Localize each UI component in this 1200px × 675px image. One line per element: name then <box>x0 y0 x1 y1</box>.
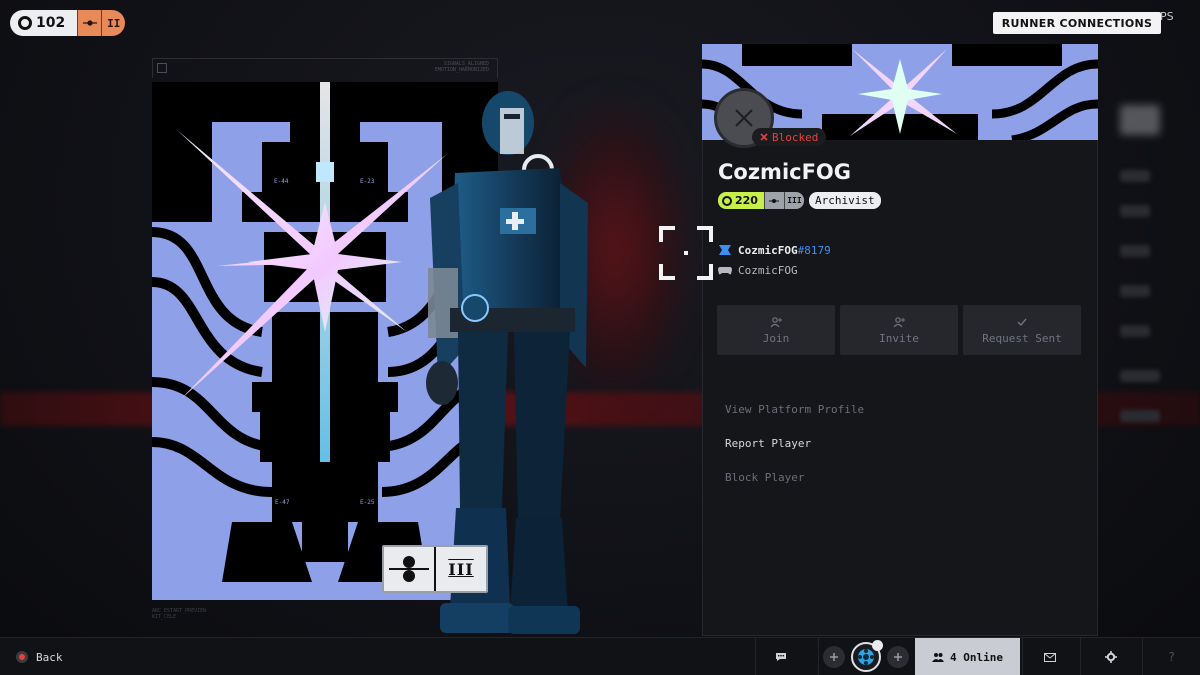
level-ring-icon <box>18 16 32 30</box>
request-sent-label: Request Sent <box>982 331 1062 345</box>
gamepad-icon <box>718 267 732 275</box>
plus-icon <box>894 653 902 661</box>
art-footer-line: KIT_CELE <box>152 614 177 620</box>
embark-tag: #8179 <box>797 243 831 257</box>
mail-button[interactable] <box>1022 638 1077 675</box>
runner-connections-button[interactable]: RUNNER CONNECTIONS <box>993 12 1161 34</box>
plus-icon <box>830 653 838 661</box>
profile-rank-numeral: III <box>783 192 804 209</box>
back-button[interactable]: Back <box>16 638 63 675</box>
status-badge: Blocked <box>752 128 827 146</box>
invite-label: Invite <box>879 331 919 345</box>
profile-level: 220 <box>735 194 758 207</box>
qr-code-icon <box>157 63 167 73</box>
back-label: Back <box>36 650 63 664</box>
focus-reticle-icon <box>657 224 715 282</box>
rank-chip: II <box>77 10 126 36</box>
art-frame-header: SIGNALS_ALIGNED EMOTION_HARMONIZED <box>152 58 498 78</box>
profile-badges: 220 III Archivist <box>718 192 881 209</box>
online-count-label: 4 Online <box>950 650 1003 664</box>
join-label: Join <box>762 331 790 345</box>
embark-id-row: CozmicFOG#8179 <box>718 240 831 260</box>
mail-icon <box>1044 652 1056 662</box>
rank-plate: III <box>382 545 488 593</box>
profile-level-chip: 220 III <box>718 192 804 209</box>
background-side-icons <box>1110 95 1180 555</box>
x-icon <box>760 133 768 141</box>
request-sent-button[interactable]: Request Sent <box>963 305 1081 355</box>
group-icon <box>932 653 944 662</box>
join-button[interactable]: Join <box>717 305 835 355</box>
profile-actions: Join Invite Request Sent <box>717 305 1081 355</box>
bottom-bar: Back 4 Online ? <box>0 637 1200 675</box>
profile-username: CozmicFOG <box>718 160 852 184</box>
art-label: E-25 <box>360 499 375 506</box>
tab-fragment: PS <box>1160 10 1174 23</box>
chat-button[interactable] <box>755 638 805 675</box>
profile-menu: View Platform Profile Report Player Bloc… <box>725 392 864 494</box>
embark-name: CozmicFOG <box>738 243 798 257</box>
status-label: Blocked <box>772 130 819 144</box>
help-button[interactable]: ? <box>1142 638 1200 675</box>
own-avatar[interactable] <box>851 640 883 672</box>
rank-emblem-icon <box>763 192 784 209</box>
player-title-chip: Archivist <box>808 192 881 209</box>
level-ring-icon <box>722 195 732 206</box>
microphone-icon <box>872 640 883 651</box>
level-chip: 102 <box>10 10 78 36</box>
help-icon: ? <box>1167 650 1176 664</box>
embark-logo-icon <box>719 245 731 255</box>
block-player-link[interactable]: Block Player <box>725 460 864 494</box>
add-party-member-button[interactable] <box>823 646 845 668</box>
art-footer: ARC_ESTART_PREVIEW KIT_CELE <box>152 608 206 620</box>
view-platform-profile-link[interactable]: View Platform Profile <box>725 392 864 426</box>
chat-icon <box>775 653 786 661</box>
circle-button-icon <box>16 651 28 663</box>
player-ids: CozmicFOG#8179 CozmicFOG <box>718 240 831 280</box>
platform-id-row: CozmicFOG <box>718 260 831 280</box>
invite-button[interactable]: Invite <box>840 305 958 355</box>
art-label: E-47 <box>275 499 290 506</box>
rank-plate-numeral: III <box>448 559 474 579</box>
party-slots <box>818 638 913 675</box>
gear-icon <box>1104 651 1117 663</box>
rank-emblem-icon <box>384 547 434 591</box>
settings-button[interactable] <box>1080 638 1140 675</box>
art-label: E-44 <box>274 178 289 185</box>
online-friends-button[interactable]: 4 Online <box>915 638 1020 675</box>
frame-tag-line: EMOTION_HARMONIZED <box>434 67 489 73</box>
person-add-icon <box>893 316 905 327</box>
rank-emblem-icon <box>77 10 101 36</box>
close-icon <box>735 109 753 127</box>
player-level-badge[interactable]: 102 II <box>10 10 126 36</box>
add-party-member-button[interactable] <box>887 646 909 668</box>
person-add-icon <box>770 316 782 327</box>
art-label: E-23 <box>360 178 375 185</box>
player-level: 102 <box>36 15 66 31</box>
platform-name: CozmicFOG <box>738 263 798 277</box>
check-icon <box>1017 318 1027 326</box>
player-emblem-icon <box>858 649 874 665</box>
report-player-link[interactable]: Report Player <box>725 426 864 460</box>
